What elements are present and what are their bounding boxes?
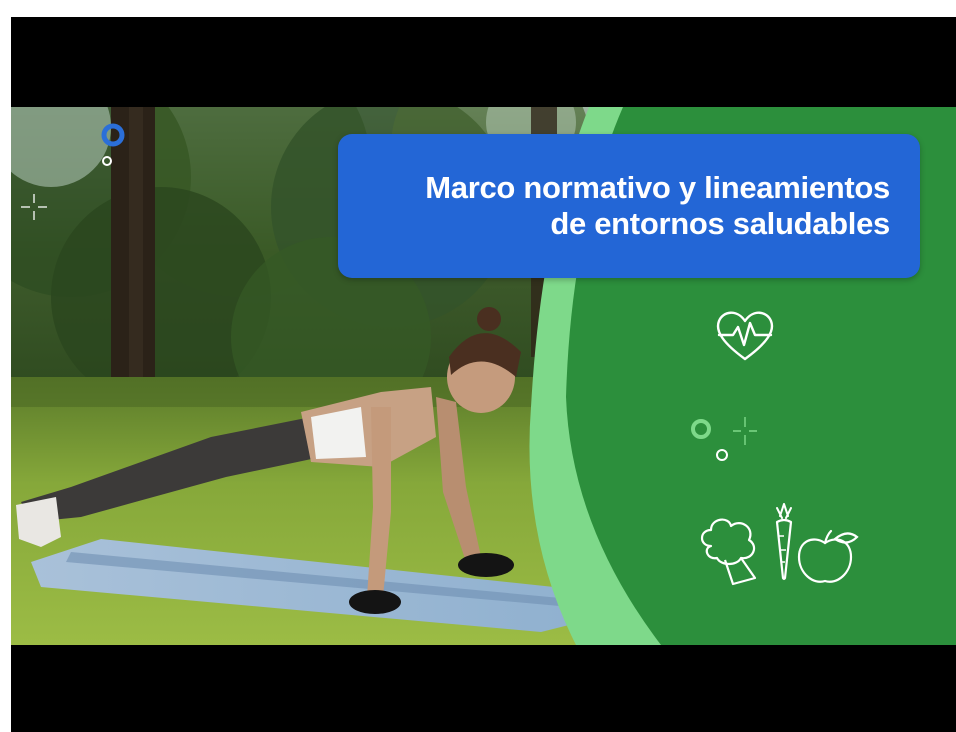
broccoli-icon — [700, 518, 757, 586]
heart-pulse-icon — [716, 311, 774, 361]
title-line-1: Marco normativo y lineamientos — [425, 170, 890, 205]
video-frame[interactable]: Marco normativo y lineamientos de entorn… — [11, 107, 956, 645]
video-player[interactable]: Marco normativo y lineamientos de entorn… — [11, 17, 956, 732]
circle-icon — [101, 123, 125, 166]
title-card: Marco normativo y lineamientos de entorn… — [338, 134, 920, 278]
title-line-2: de entornos saludables — [550, 206, 890, 241]
apple-icon — [797, 529, 859, 583]
sparkle-icon — [21, 194, 47, 220]
circle-icon — [691, 417, 757, 461]
